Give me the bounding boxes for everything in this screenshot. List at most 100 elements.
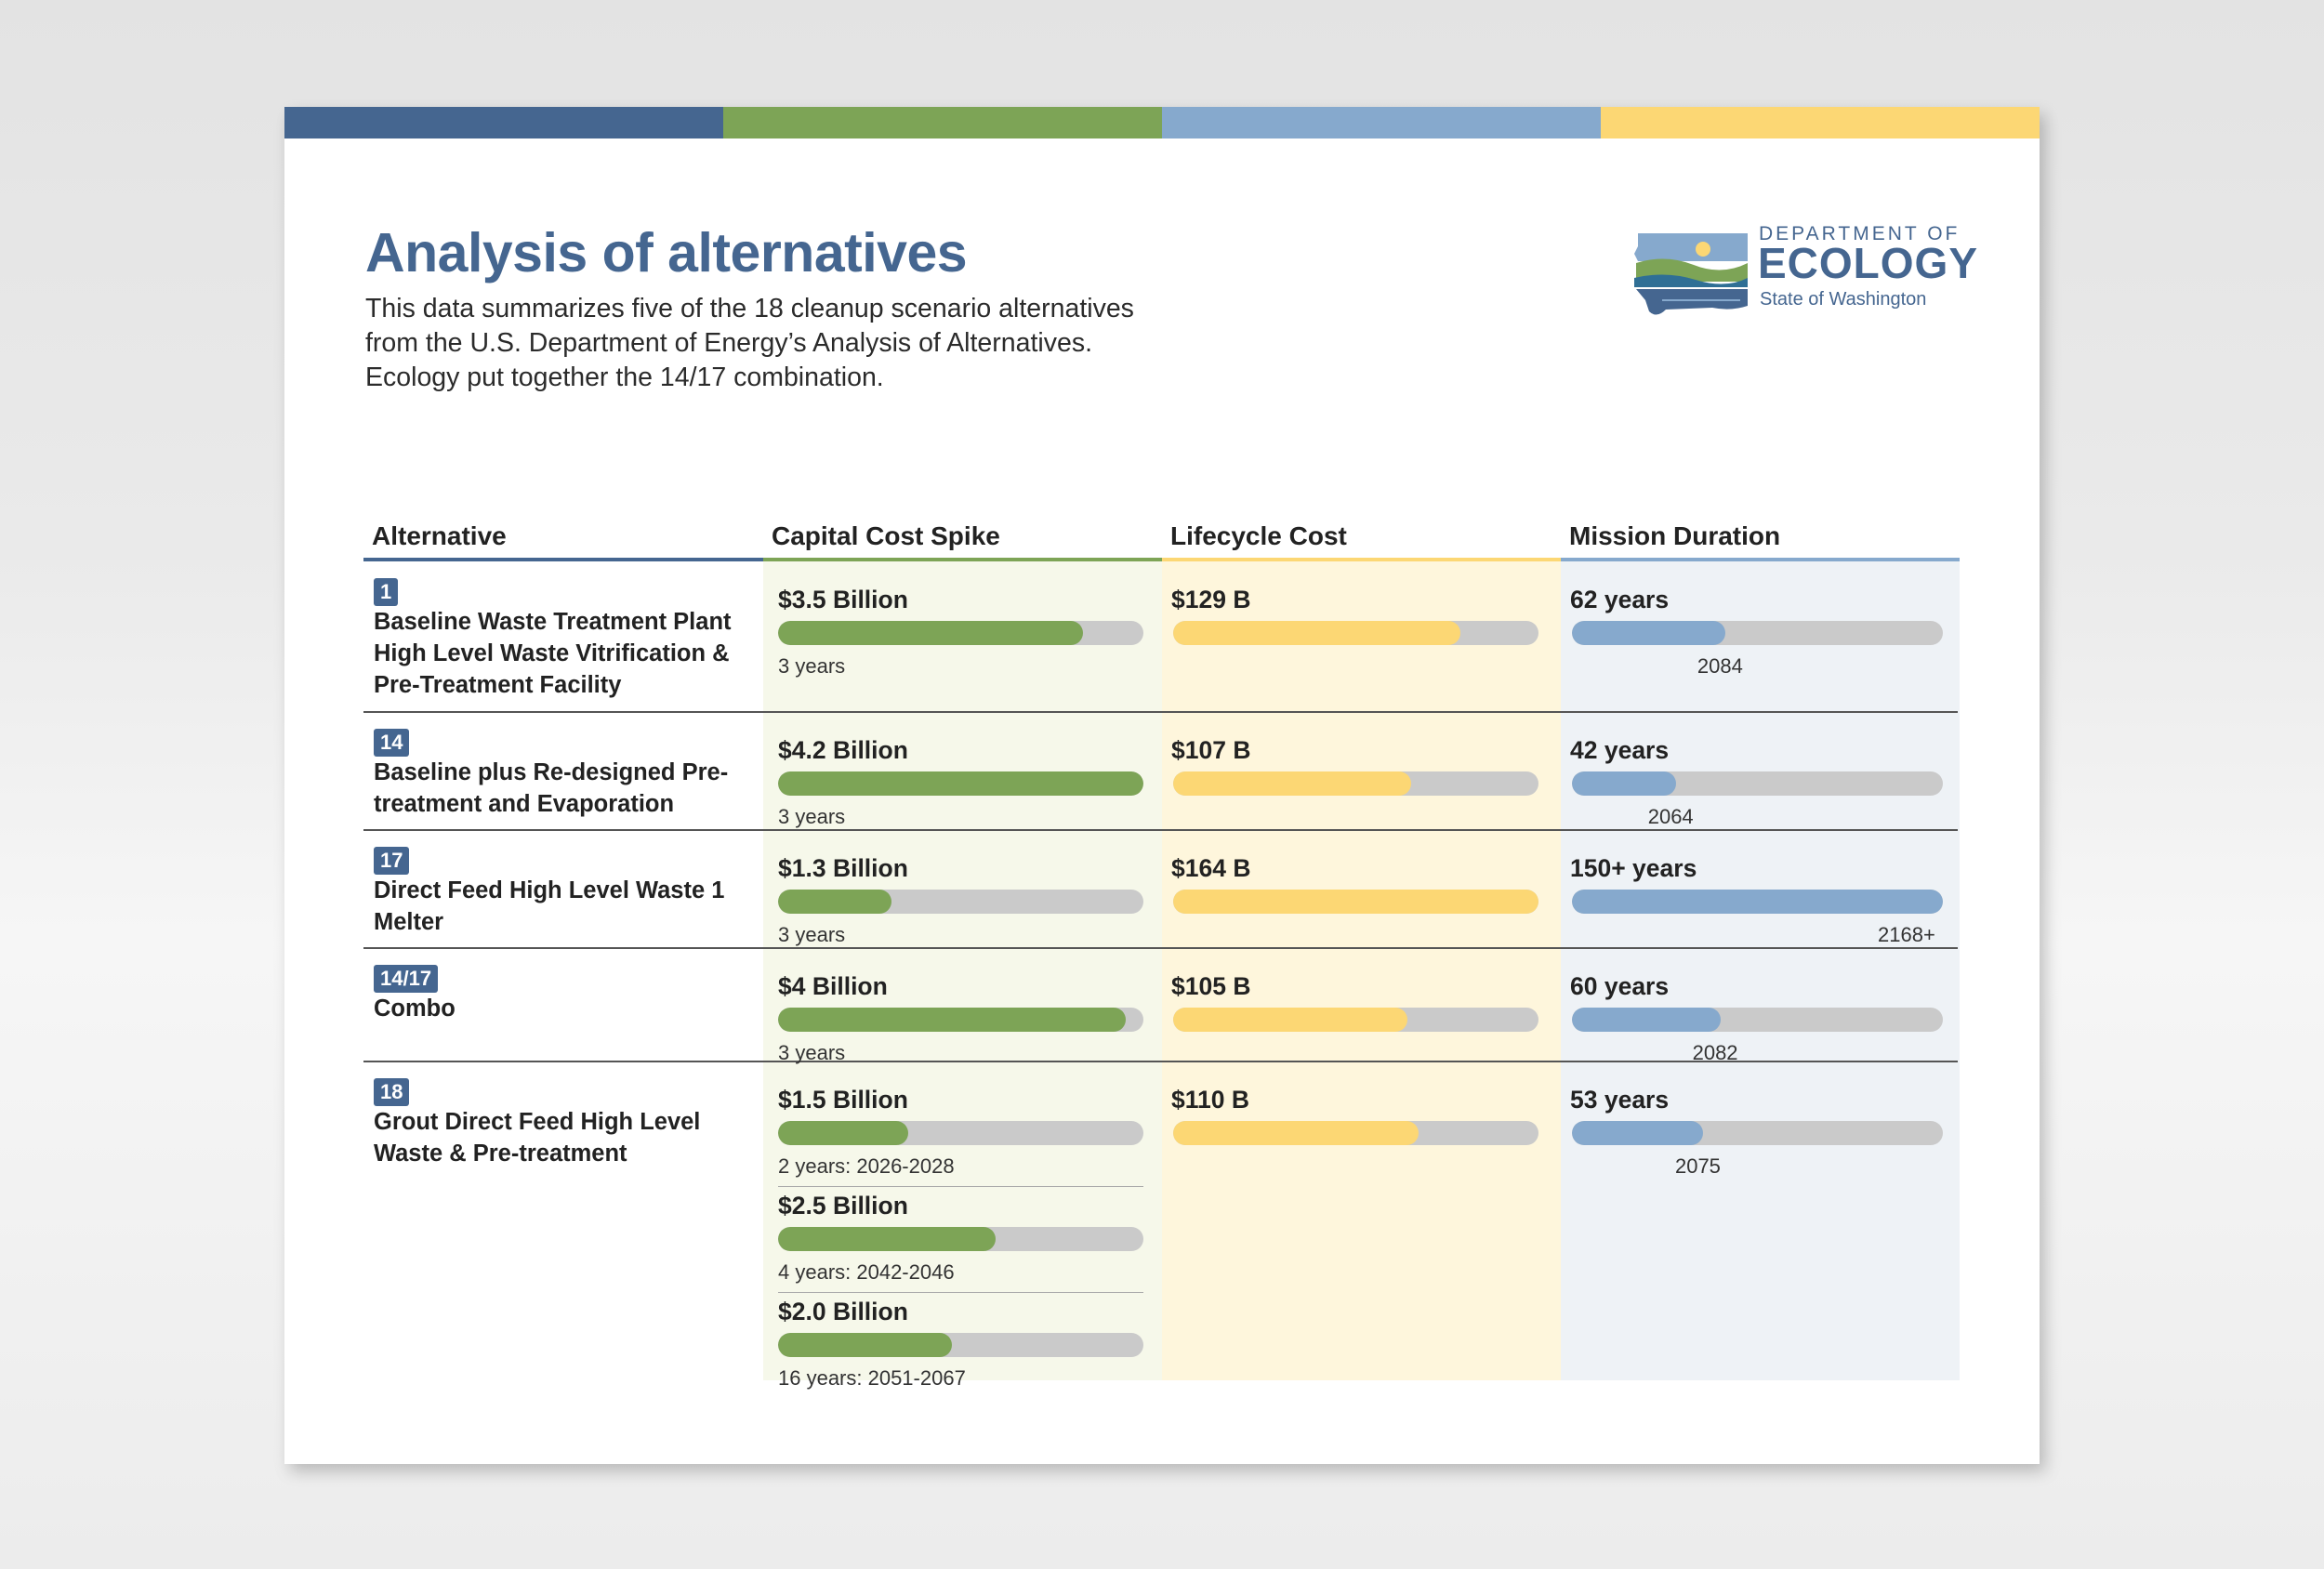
mission-duration-bar bbox=[1572, 771, 1676, 796]
lifecycle-cost-value: $105 B bbox=[1171, 972, 1251, 1000]
color-band-blue-dark bbox=[284, 107, 723, 138]
mission-duration-bar bbox=[1572, 1008, 1721, 1032]
mission-duration-track bbox=[1572, 621, 1943, 645]
mission-end-year: 2168+ bbox=[1878, 923, 1935, 946]
row-separator-0 bbox=[363, 711, 1958, 713]
capital-cost-divider bbox=[778, 1186, 1143, 1187]
column-header-rule-0 bbox=[363, 558, 763, 561]
lifecycle-cost-bar bbox=[1173, 1121, 1419, 1145]
mission-duration-value: 42 years bbox=[1570, 736, 1670, 764]
lifecycle-cost-track bbox=[1173, 890, 1538, 914]
mission-duration-value: 53 years bbox=[1570, 1086, 1670, 1114]
alternative-badge: 18 bbox=[374, 1078, 410, 1106]
mission-duration-value: 60 years bbox=[1570, 972, 1670, 1000]
capital-cost-bar bbox=[778, 771, 1143, 796]
row-separator-2 bbox=[363, 947, 1958, 949]
lifecycle-cost-bar bbox=[1173, 621, 1461, 645]
mission-end-year: 2064 bbox=[1647, 805, 1694, 828]
column-header-lifecycle-cost: Lifecycle Cost bbox=[1170, 521, 1347, 550]
alternative-badge: 14/17 bbox=[374, 965, 439, 993]
infographic-card: Analysis of alternatives This data summa… bbox=[284, 107, 2040, 1464]
color-band-green bbox=[723, 107, 1162, 138]
capital-cost-duration-note: 3 years bbox=[778, 923, 846, 946]
capital-cost-track bbox=[778, 1227, 1143, 1251]
capital-cost-value: $4.2 Billion bbox=[778, 736, 908, 764]
lifecycle-cost-bar bbox=[1173, 890, 1538, 914]
column-background-2 bbox=[1162, 561, 1561, 1380]
mission-duration-track bbox=[1572, 1121, 1943, 1145]
page-title: Analysis of alternatives bbox=[365, 222, 968, 283]
alternative-name: Baseline Waste Treatment Plant High Leve… bbox=[374, 609, 732, 698]
lifecycle-cost-bar bbox=[1173, 771, 1412, 796]
mission-duration-value: 150+ years bbox=[1570, 854, 1697, 882]
capital-cost-duration-note: 3 years bbox=[778, 805, 846, 828]
capital-cost-value: $1.3 Billion bbox=[778, 854, 908, 882]
column-header-rule-2 bbox=[1162, 558, 1562, 561]
mission-duration-track bbox=[1572, 890, 1943, 914]
column-header-capital-cost-spike: Capital Cost Spike bbox=[772, 521, 1000, 550]
capital-cost-track bbox=[778, 1008, 1143, 1032]
capital-cost-bar bbox=[778, 1227, 996, 1251]
alternative-name: Baseline plus Re-designed Pre-treatment … bbox=[374, 759, 729, 817]
alternative-badge: 14 bbox=[374, 729, 410, 757]
capital-cost-track bbox=[778, 621, 1143, 645]
column-background-1 bbox=[763, 561, 1162, 1380]
column-header-mission-duration: Mission Duration bbox=[1569, 521, 1781, 550]
lifecycle-cost-value: $107 B bbox=[1171, 736, 1251, 764]
logo-ecology: ECOLOGY bbox=[1758, 239, 1979, 287]
lifecycle-cost-value: $110 B bbox=[1171, 1086, 1249, 1114]
alternative-badge: 1 bbox=[374, 578, 399, 606]
lifecycle-cost-track bbox=[1173, 771, 1538, 796]
alternative-name: Direct Feed High Level Waste 1 Melter bbox=[374, 877, 725, 935]
mission-duration-track bbox=[1572, 771, 1943, 796]
capital-cost-track bbox=[778, 890, 1143, 914]
alternative-badge: 17 bbox=[374, 847, 410, 875]
capital-cost-duration-note: 2 years: 2026-2028 bbox=[778, 1154, 955, 1178]
mission-duration-value: 62 years bbox=[1570, 586, 1670, 613]
capital-cost-duration-note: 3 years bbox=[778, 1041, 846, 1064]
alternative-name: Combo bbox=[374, 995, 456, 1022]
mission-duration-bar bbox=[1572, 890, 1943, 914]
lifecycle-cost-track bbox=[1173, 1121, 1538, 1145]
column-background-3 bbox=[1561, 561, 1960, 1380]
washington-state-icon bbox=[1634, 233, 1748, 315]
capital-cost-track bbox=[778, 771, 1143, 796]
color-band bbox=[284, 107, 2040, 138]
alternative-name: Grout Direct Feed High Level Waste & Pre… bbox=[374, 1109, 701, 1167]
row-separator-1 bbox=[363, 829, 1958, 831]
mission-end-year: 2084 bbox=[1697, 654, 1743, 678]
lifecycle-cost-value: $129 B bbox=[1171, 586, 1251, 613]
mission-duration-track bbox=[1572, 1008, 1943, 1032]
lifecycle-cost-track bbox=[1173, 621, 1538, 645]
mission-duration-bar bbox=[1572, 621, 1725, 645]
intro-text: This data summarizes five of the 18 clea… bbox=[365, 294, 1134, 392]
column-header-rule-3 bbox=[1561, 558, 1960, 561]
mission-duration-bar bbox=[1572, 1121, 1703, 1145]
capital-cost-value: $2.5 Billion bbox=[778, 1192, 908, 1220]
mission-end-year: 2082 bbox=[1692, 1041, 1738, 1064]
capital-cost-bar bbox=[778, 1008, 1127, 1032]
capital-cost-duration-note: 3 years bbox=[778, 654, 846, 678]
capital-cost-bar bbox=[778, 890, 891, 914]
capital-cost-bar bbox=[778, 1333, 953, 1357]
capital-cost-track bbox=[778, 1121, 1143, 1145]
lifecycle-cost-value: $164 B bbox=[1171, 854, 1251, 882]
color-band-blue-light bbox=[1162, 107, 1601, 138]
capital-cost-bar bbox=[778, 621, 1083, 645]
capital-cost-value: $1.5 Billion bbox=[778, 1086, 908, 1114]
capital-cost-value: $2.0 Billion bbox=[778, 1298, 908, 1325]
capital-cost-value: $3.5 Billion bbox=[778, 586, 908, 613]
logo-state-of-washington: State of Washington bbox=[1760, 289, 1927, 310]
lifecycle-cost-track bbox=[1173, 1008, 1538, 1032]
color-band-yellow bbox=[1601, 107, 2040, 138]
mission-end-year: 2075 bbox=[1674, 1154, 1721, 1178]
column-header-rule-1 bbox=[763, 558, 1163, 561]
capital-cost-bar bbox=[778, 1121, 909, 1145]
capital-cost-track bbox=[778, 1333, 1143, 1357]
capital-cost-divider bbox=[778, 1292, 1143, 1293]
lifecycle-cost-bar bbox=[1173, 1008, 1407, 1032]
capital-cost-value: $4 Billion bbox=[778, 972, 888, 1000]
column-header-alternative: Alternative bbox=[372, 521, 507, 550]
capital-cost-duration-note: 4 years: 2042-2046 bbox=[778, 1260, 955, 1284]
capital-cost-duration-note: 16 years: 2051-2067 bbox=[778, 1366, 966, 1390]
